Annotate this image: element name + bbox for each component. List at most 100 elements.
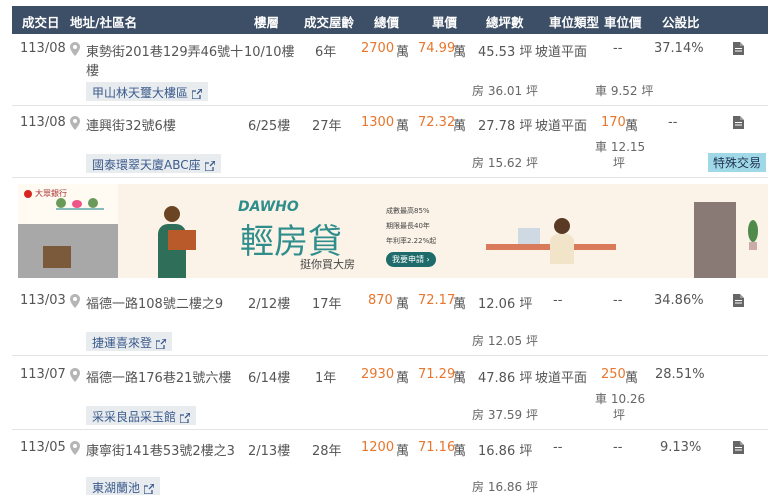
address[interactable]: 康寧街141巷53號2樓之3 (86, 440, 235, 459)
room-area: 房 12.05 坪 (472, 334, 538, 348)
public-ratio: 9.13% (660, 440, 702, 455)
ad-apply-button[interactable]: 我要申請 › (386, 252, 436, 267)
table-row[interactable]: 113/05 康寧街141巷53號2樓之3 2/13樓 28年 1200 萬 7… (12, 430, 768, 495)
map-pin-icon[interactable] (70, 294, 80, 308)
col-unit-price[interactable]: 單價 (432, 12, 457, 31)
bank-logo-icon (24, 190, 32, 198)
car-area: 車 12.15 (595, 140, 646, 154)
room-area: 房 36.01 坪 (472, 84, 538, 98)
deal-date: 113/08 (20, 41, 66, 56)
parking-price-unit: 萬 (625, 371, 639, 386)
ad-bullet: 年利率2.22%起 (386, 237, 437, 245)
room-area: 房 15.62 坪 (472, 156, 538, 170)
room-area: 房 37.59 坪 (472, 408, 538, 422)
document-icon[interactable] (733, 42, 744, 55)
age: 17年 (312, 297, 342, 312)
deal-date: 113/05 (20, 440, 66, 455)
parking-price: 250 (601, 367, 626, 382)
total-price: 1300 (361, 115, 395, 130)
col-age[interactable]: 成交屋齡 (304, 12, 354, 31)
ad-person-desk (548, 218, 576, 278)
ad-window (43, 246, 71, 268)
deal-date: 113/07 (20, 367, 66, 382)
total-price-unit: 萬 (396, 371, 410, 386)
floor: 6/25樓 (248, 119, 291, 134)
community-link[interactable]: 國泰環翠天廈ABC座 (86, 154, 221, 173)
total-price: 1200 (361, 440, 395, 455)
ad-laptop (518, 228, 540, 244)
special-deal-badge: 特殊交易 (708, 153, 767, 172)
total-price-unit: 萬 (396, 45, 410, 60)
age: 1年 (315, 371, 337, 386)
total-price-unit: 萬 (396, 297, 410, 312)
room-area: 房 16.86 坪 (472, 480, 538, 494)
ad-plant (746, 220, 760, 250)
table-row[interactable]: 113/08 東勢街201巷129弄46號十 樓 10/10樓 6年 2700 … (12, 34, 768, 106)
unit-price-unit: 萬 (453, 119, 467, 134)
address-cont[interactable]: 樓 (86, 60, 99, 79)
map-pin-icon[interactable] (70, 42, 80, 56)
col-parking-type[interactable]: 車位類型 (549, 12, 599, 31)
community-link[interactable]: 甲山林天璽大樓區 (86, 82, 209, 101)
car-area-unit: 坪 (613, 408, 626, 422)
community-link[interactable]: 采采良品采玉館 (86, 406, 197, 425)
table-row[interactable]: 113/03 福德一路108號二樓之9 2/12樓 17年 870 萬 72.1… (12, 284, 768, 356)
floor: 6/14樓 (248, 371, 291, 386)
total-price: 870 (368, 293, 393, 308)
col-total[interactable]: 總價 (374, 12, 399, 31)
parking-type: -- (553, 440, 563, 455)
address[interactable]: 東勢街201巷129弄46號十 (86, 41, 243, 60)
area: 12.06 坪 (478, 297, 533, 312)
col-parking-price[interactable]: 車位價 (604, 12, 642, 31)
address[interactable]: 連興街32號6樓 (86, 115, 176, 134)
table-row[interactable]: 113/08 連興街32號6樓 6/25樓 27年 1300 萬 72.32 萬… (12, 106, 768, 178)
parking-price: -- (613, 293, 623, 308)
col-floor[interactable]: 樓層 (254, 12, 279, 31)
ad-bullet: 成數最高85% (386, 207, 430, 215)
community-name: 國泰環翠天廈ABC座 (92, 158, 201, 172)
unit-price-unit: 萬 (453, 297, 467, 312)
parking-price: 170 (601, 115, 626, 130)
document-icon[interactable] (733, 441, 744, 454)
area: 27.78 坪 (478, 119, 533, 134)
plant-shelf (56, 198, 104, 210)
map-pin-icon[interactable] (70, 368, 80, 382)
col-date[interactable]: 成交日 (22, 12, 60, 31)
unit-price: 74.99 (418, 41, 456, 56)
age: 27年 (312, 119, 342, 134)
unit-price: 71.16 (418, 440, 456, 455)
map-pin-icon[interactable] (70, 441, 80, 455)
area: 45.53 坪 (478, 45, 533, 60)
unit-price: 72.17 (418, 293, 456, 308)
total-price-unit: 萬 (396, 444, 410, 459)
map-pin-icon[interactable] (70, 116, 80, 130)
community-name: 采采良品采玉館 (92, 410, 177, 424)
loan-ad-banner[interactable]: 大眾銀行 DAWHO 輕房貸 挺你買大房 成數最高85% 期限最長40年 年利率… (18, 184, 768, 278)
col-ratio[interactable]: 公設比 (662, 12, 700, 31)
parking-type: 坡道平面 (535, 371, 588, 386)
ad-brand-en: DAWHO (238, 199, 299, 215)
area: 47.86 坪 (478, 371, 533, 386)
public-ratio: -- (668, 115, 678, 130)
parking-price: -- (613, 41, 623, 56)
total-price: 2930 (361, 367, 395, 382)
ad-slogan: 挺你買大房 (300, 258, 355, 271)
parking-price-unit: 萬 (625, 119, 639, 134)
ad-bullet: 期限最長40年 (386, 222, 430, 230)
table-header: 成交日 地址/社區名 樓層 成交屋齡 總價 單價 總坪數 車位類型 車位價 公設… (12, 6, 768, 34)
car-area-unit: 坪 (613, 156, 626, 170)
col-address[interactable]: 地址/社區名 (70, 12, 137, 31)
unit-price: 72.32 (418, 115, 456, 130)
community-link[interactable]: 捷運喜來登 (86, 332, 173, 351)
address[interactable]: 福德一路176巷21號六樓 (86, 367, 231, 386)
document-icon[interactable] (733, 116, 744, 129)
table-row[interactable]: 113/07 福德一路176巷21號六樓 6/14樓 1年 2930 萬 71.… (12, 356, 768, 430)
address[interactable]: 福德一路108號二樓之9 (86, 293, 223, 312)
document-icon[interactable] (733, 294, 744, 307)
parking-type: 坡道平面 (535, 119, 588, 134)
col-area[interactable]: 總坪數 (486, 12, 524, 31)
public-ratio: 37.14% (654, 41, 704, 56)
deal-date: 113/03 (20, 293, 66, 308)
parking-type: -- (553, 293, 563, 308)
community-link[interactable]: 東湖蘭池 (86, 477, 161, 495)
